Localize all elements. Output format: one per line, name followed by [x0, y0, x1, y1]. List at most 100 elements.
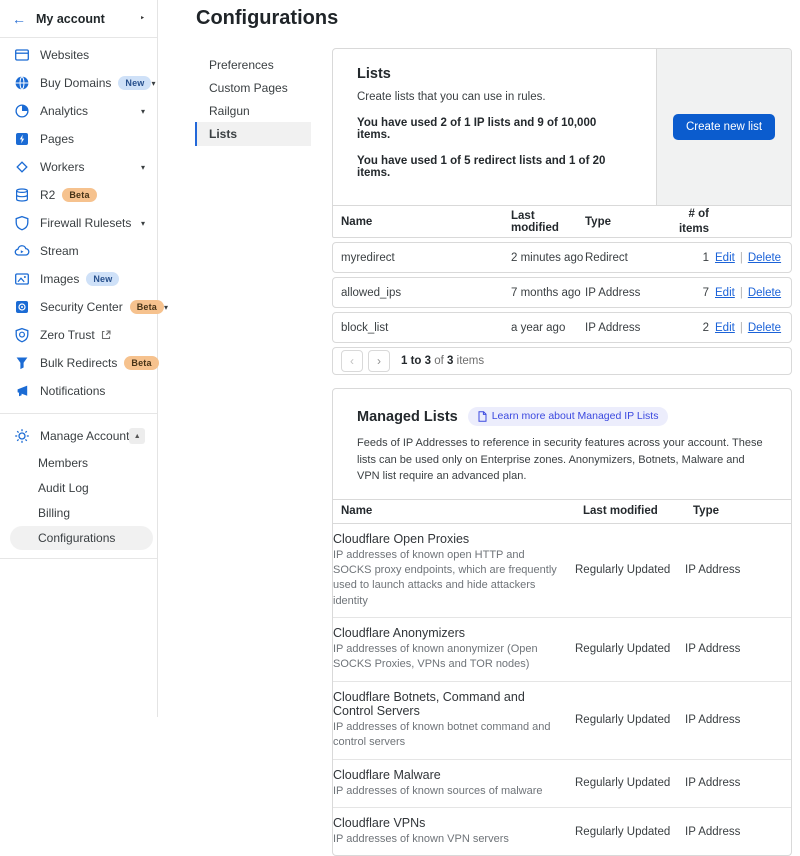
sidebar-item-bulk-redirects[interactable]: Bulk Redirects Beta: [0, 349, 157, 377]
managed-list-modified: Regularly Updated: [575, 826, 685, 838]
managed-list-name: Cloudflare VPNs: [333, 816, 563, 830]
managed-lists-panel: Managed Lists Learn more about Managed I…: [332, 388, 792, 856]
table-row: Cloudflare Anonymizers IP addresses of k…: [333, 618, 791, 682]
sidebar-item-billing[interactable]: Billing: [0, 500, 157, 525]
link-separator: |: [740, 322, 743, 334]
create-new-list-button[interactable]: Create new list: [673, 114, 775, 140]
collapse-section-button[interactable]: ▲: [129, 428, 145, 444]
chevron-right-icon: ›: [377, 354, 381, 368]
managed-list-modified: Regularly Updated: [575, 714, 685, 726]
delete-link[interactable]: Delete: [748, 322, 781, 334]
list-modified: 7 months ago: [511, 287, 585, 299]
managed-list-description: IP addresses of known open HTTP and SOCK…: [333, 548, 563, 610]
pages-icon: [14, 131, 30, 147]
external-link-icon: [101, 330, 111, 340]
browser-icon: [14, 47, 30, 63]
managed-list-modified: Regularly Updated: [575, 643, 685, 655]
lists-card-description: Create lists that you can use in rules.: [357, 91, 632, 103]
managed-list-description: IP addresses of known VPN servers: [333, 832, 563, 847]
list-type: Redirect: [585, 252, 671, 264]
managed-list-type: IP Address: [685, 564, 791, 576]
managed-list-type: IP Address: [685, 777, 791, 789]
sidebar-item-label: R2: [40, 188, 55, 202]
shield-icon: [14, 215, 30, 231]
sidebar-item-r2[interactable]: R2 Beta: [0, 181, 157, 209]
link-separator: |: [740, 252, 743, 264]
config-subnav: Preferences Custom Pages Railgun Lists: [195, 53, 311, 146]
workers-icon: [14, 159, 30, 175]
list-name: allowed_ips: [341, 287, 511, 299]
sidebar-item-audit-log[interactable]: Audit Log: [0, 475, 157, 500]
gear-icon: [14, 428, 30, 444]
new-badge: New: [86, 272, 119, 286]
managed-table-header: Name Last modified Type: [333, 499, 791, 524]
tab-custom-pages[interactable]: Custom Pages: [195, 76, 311, 99]
table-row: Cloudflare Botnets, Command and Control …: [333, 682, 791, 760]
back-arrow-icon[interactable]: ←: [12, 12, 26, 26]
tab-preferences[interactable]: Preferences: [195, 53, 311, 76]
sub-item-label: Configurations: [38, 531, 115, 545]
list-type: IP Address: [585, 322, 671, 334]
funnel-icon: [14, 355, 30, 371]
learn-more-link[interactable]: Learn more about Managed IP Lists: [468, 407, 669, 426]
image-icon: [14, 271, 30, 287]
new-badge: New: [118, 76, 151, 90]
lists-card-title: Lists: [357, 66, 632, 82]
sidebar-item-label: Pages: [40, 132, 74, 146]
list-type: IP Address: [585, 287, 671, 299]
header-name: Name: [341, 216, 511, 228]
edit-link[interactable]: Edit: [715, 287, 735, 299]
page-title: Configurations: [196, 7, 338, 30]
sidebar-item-analytics[interactable]: Analytics ▾: [0, 97, 157, 125]
sidebar-item-pages[interactable]: Pages: [0, 125, 157, 153]
sidebar-item-label: Zero Trust: [40, 328, 95, 342]
next-page-button[interactable]: ›: [368, 350, 390, 372]
managed-list-type: IP Address: [685, 643, 791, 655]
previous-page-button[interactable]: ‹: [341, 350, 363, 372]
sidebar-item-websites[interactable]: Websites: [0, 41, 157, 69]
main-content: Lists Create lists that you can use in r…: [332, 48, 792, 856]
sidebar-item-security-center[interactable]: Security Center Beta ▾: [0, 293, 157, 321]
managed-list-name: Cloudflare Botnets, Command and Control …: [333, 690, 563, 718]
sidebar-item-firewall-rulesets[interactable]: Firewall Rulesets ▾: [0, 209, 157, 237]
table-row: Cloudflare VPNs IP addresses of known VP…: [333, 808, 791, 855]
chevron-down-icon: ▾: [141, 163, 145, 172]
sidebar-item-manage-account[interactable]: Manage Account ▲: [0, 422, 157, 450]
sidebar-item-workers[interactable]: Workers ▾: [0, 153, 157, 181]
sidebar-item-label: Analytics: [40, 104, 88, 118]
chevron-down-icon: ▾: [164, 303, 168, 312]
managed-list-description: IP addresses of known anonymizer (Open S…: [333, 642, 563, 673]
sidebar-item-members[interactable]: Members: [0, 450, 157, 475]
sidebar-item-zero-trust[interactable]: Zero Trust: [0, 321, 157, 349]
pie-chart-icon: [14, 103, 30, 119]
delete-link[interactable]: Delete: [748, 252, 781, 264]
sidebar-divider: [0, 413, 157, 414]
managed-list-name: Cloudflare Open Proxies: [333, 532, 563, 546]
sidebar-item-label: Manage Account: [40, 429, 129, 443]
sidebar-item-configurations[interactable]: Configurations: [10, 526, 153, 550]
create-list-area: Create new list: [656, 49, 791, 205]
chevron-down-icon: ▾: [141, 219, 145, 228]
delete-link[interactable]: Delete: [748, 287, 781, 299]
tab-lists[interactable]: Lists: [195, 122, 311, 146]
list-name: myredirect: [341, 252, 511, 264]
table-row: allowed_ips 7 months ago IP Address 7 Ed…: [332, 277, 792, 308]
list-item-count: 1: [671, 252, 715, 264]
list-name: block_list: [341, 322, 511, 334]
account-switcher[interactable]: ← My account ‣: [0, 0, 157, 38]
edit-link[interactable]: Edit: [715, 322, 735, 334]
cloud-icon: [14, 243, 30, 259]
tab-railgun[interactable]: Railgun: [195, 99, 311, 122]
list-modified: 2 minutes ago: [511, 252, 585, 264]
sidebar-item-stream[interactable]: Stream: [0, 237, 157, 265]
header-item-count: # of items: [671, 207, 715, 236]
sidebar-item-images[interactable]: Images New: [0, 265, 157, 293]
chevron-right-icon: ‣: [140, 13, 145, 24]
managed-list-name: Cloudflare Malware: [333, 768, 563, 782]
sidebar-item-label: Firewall Rulesets: [40, 216, 131, 230]
list-item-count: 2: [671, 322, 715, 334]
table-row: myredirect 2 minutes ago Redirect 1 Edit…: [332, 242, 792, 273]
edit-link[interactable]: Edit: [715, 252, 735, 264]
sidebar-item-buy-domains[interactable]: Buy Domains New ▾: [0, 69, 157, 97]
sidebar-item-notifications[interactable]: Notifications: [0, 377, 157, 405]
